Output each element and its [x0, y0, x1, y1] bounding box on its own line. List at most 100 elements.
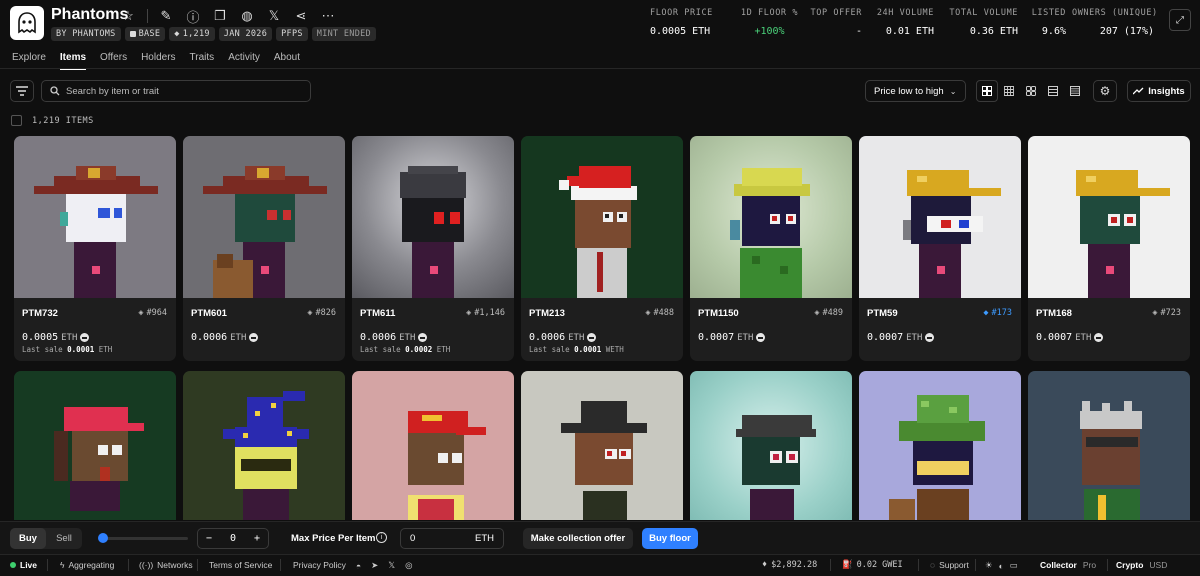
item-card[interactable]: [14, 371, 176, 520]
item-image: [859, 136, 1021, 298]
rank-icon: ◈: [307, 308, 313, 318]
minus-icon[interactable]: −: [206, 533, 212, 544]
trend-icon: [1133, 87, 1144, 95]
item-last-sale: Last sale 0.0002 ETH: [360, 345, 451, 354]
terms-link[interactable]: Terms of Service: [209, 560, 272, 570]
info-icon[interactable]: i: [376, 532, 387, 543]
copy-icon[interactable]: ❐: [210, 7, 230, 25]
aggregating-link[interactable]: ϟ Aggregating: [60, 560, 114, 570]
buy-toggle[interactable]: Buy: [10, 528, 46, 549]
item-card[interactable]: PTM1150 ◈ #489 0.0007 ETH: [690, 136, 852, 361]
table-view-icon[interactable]: [1042, 80, 1064, 102]
search-input[interactable]: Search by item or trait: [41, 80, 311, 102]
info-icon[interactable]: ⓘ: [183, 7, 203, 25]
item-card[interactable]: PTM611 ◈ #1,146 0.0006 ETH Last sale 0.000…: [352, 136, 514, 361]
list-view-icon[interactable]: [1064, 80, 1086, 102]
item-image: [521, 371, 683, 520]
plus-icon[interactable]: +: [254, 533, 260, 544]
select-all-checkbox[interactable]: [11, 115, 22, 126]
item-rank: ◆ #173: [983, 308, 1012, 318]
max-price-input[interactable]: 0 ETH: [400, 528, 504, 549]
item-price: 0.0006 ETH: [529, 332, 597, 343]
item-name: PTM601: [191, 308, 227, 319]
social-links: ◓ ➤ 𝕏 ◎: [356, 560, 413, 571]
rank-icon: ◈: [466, 308, 472, 318]
theme-switcher: ☀ ◐ ▭: [985, 560, 1018, 571]
item-card[interactable]: PTM213 ◈ #488 0.0006 ETH Last sale 0.0001 …: [521, 136, 683, 361]
star-icon[interactable]: ☆: [118, 7, 138, 25]
pro-mode[interactable]: Pro: [1083, 560, 1096, 570]
sort-dropdown[interactable]: Price low to high ⌄: [865, 80, 966, 102]
grid-medium-view-icon[interactable]: [998, 80, 1020, 102]
item-price: 0.0007 ETH: [867, 332, 935, 343]
search-icon: [50, 86, 60, 96]
eth-icon: [756, 333, 766, 342]
quantity-stepper[interactable]: − 0 +: [197, 528, 269, 549]
item-image: [352, 371, 514, 520]
globe-icon[interactable]: ◍: [237, 7, 257, 25]
x-icon[interactable]: 𝕏: [264, 7, 284, 25]
networks-link[interactable]: ((·)) Networks: [139, 560, 193, 570]
usd-currency[interactable]: USD: [1149, 560, 1167, 570]
monitor-icon[interactable]: ▭: [1010, 560, 1018, 571]
item-card[interactable]: [183, 371, 345, 520]
rank-icon: ◈: [138, 308, 144, 318]
crypto-currency[interactable]: Crypto: [1116, 560, 1143, 570]
item-card[interactable]: [352, 371, 514, 520]
item-name: PTM611: [360, 308, 396, 319]
sweep-slider[interactable]: [98, 533, 188, 543]
expand-icon[interactable]: ⤢: [1169, 9, 1191, 31]
item-name: PTM213: [529, 308, 565, 319]
item-rank: ◈ #964: [138, 308, 167, 318]
item-image: [1028, 136, 1190, 298]
item-image: [859, 371, 1021, 520]
sun-icon[interactable]: ☀: [985, 560, 993, 571]
item-card[interactable]: [859, 371, 1021, 520]
creator-chip[interactable]: BY PHANTOMS: [51, 27, 121, 41]
items-grid: PTM732 ◈ #964 0.0005 ETH Last sale 0.0001 …: [14, 136, 1192, 520]
discord-icon[interactable]: ◓: [356, 561, 361, 571]
filter-button[interactable]: [10, 80, 34, 102]
item-card[interactable]: [521, 371, 683, 520]
stat-top-offer: TOP OFFER -: [810, 8, 862, 37]
ethereum-icon: ♦: [762, 560, 768, 570]
moon-icon[interactable]: ◐: [999, 561, 1004, 571]
item-card[interactable]: [1028, 371, 1190, 520]
share-icon[interactable]: ⋖: [291, 7, 311, 25]
x-icon[interactable]: 𝕏: [388, 560, 395, 571]
grid-mosaic-view-icon[interactable]: [1020, 80, 1042, 102]
item-price: 0.0006 ETH: [191, 332, 259, 343]
buy-sell-toggle: Buy Sell: [10, 528, 82, 549]
item-image: [14, 136, 176, 298]
insights-button[interactable]: Insights: [1127, 80, 1191, 102]
item-card[interactable]: PTM168 ◈ #723 0.0007 ETH: [1028, 136, 1190, 361]
sell-toggle[interactable]: Sell: [46, 528, 82, 549]
item-last-sale: Last sale 0.0001 ETH: [22, 345, 113, 354]
stat-listed: LISTED 9.6%: [1031, 8, 1066, 37]
edit-icon[interactable]: ✎: [156, 7, 176, 25]
rank-icon: ◈: [645, 308, 651, 318]
support-link[interactable]: ◌ Support: [930, 560, 969, 570]
buy-floor-button[interactable]: Buy floor: [642, 528, 698, 549]
item-card[interactable]: [690, 371, 852, 520]
chevron-down-icon: ⌄: [949, 86, 957, 96]
grid-large-view-icon[interactable]: [976, 80, 998, 102]
settings-button[interactable]: ⚙: [1093, 80, 1117, 102]
sweep-bar: Buy Sell − 0 + Max Price Per Item i 0 ET…: [0, 521, 1200, 554]
item-card[interactable]: PTM59 ◆ #173 0.0007 ETH: [859, 136, 1021, 361]
item-card[interactable]: PTM601 ◈ #826 0.0006 ETH: [183, 136, 345, 361]
items-count: 1,219 ITEMS: [32, 115, 94, 126]
more-icon[interactable]: ⋯: [318, 7, 338, 25]
max-price-label: Max Price Per Item: [291, 533, 376, 544]
slider-handle[interactable]: [98, 533, 108, 543]
item-card[interactable]: PTM732 ◈ #964 0.0005 ETH Last sale 0.0001 …: [14, 136, 176, 361]
eth-icon: [249, 333, 259, 342]
collector-mode[interactable]: Collector: [1040, 560, 1077, 570]
telegram-icon[interactable]: ➤: [371, 560, 378, 571]
instagram-icon[interactable]: ◎: [405, 560, 412, 571]
privacy-link[interactable]: Privacy Policy: [293, 560, 346, 570]
item-image: [183, 136, 345, 298]
make-collection-offer-button[interactable]: Make collection offer: [523, 528, 633, 549]
gas-pump-icon: ⛽: [842, 560, 853, 570]
rank-icon: ◈: [1152, 308, 1158, 318]
